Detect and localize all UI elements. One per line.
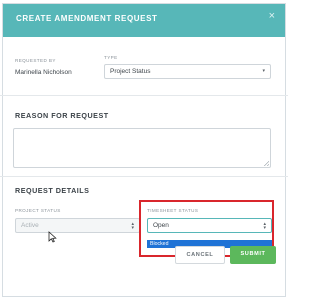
- chevron-updown-icon: ▴ ▾: [131, 221, 134, 231]
- details-section-title: REQUEST DETAILS: [15, 186, 90, 195]
- project-status-label: PROJECT STATUS: [15, 208, 61, 213]
- reason-textarea[interactable]: [13, 128, 271, 168]
- reason-section-title: REASON FOR REQUEST: [15, 111, 109, 120]
- timesheet-status-select[interactable]: Open ▴ ▾: [147, 218, 272, 233]
- timesheet-status-label: TIMESHEET STATUS: [147, 208, 199, 213]
- resize-grip-icon[interactable]: [264, 161, 269, 166]
- submit-button[interactable]: SUBMIT: [230, 246, 276, 264]
- type-select[interactable]: Project Status ▾: [104, 64, 271, 79]
- chevron-down-icon: ▾: [262, 68, 265, 74]
- timesheet-status-value: Open: [153, 222, 169, 229]
- type-label: TYPE: [104, 55, 118, 60]
- project-status-value: Active: [21, 222, 39, 229]
- section-divider: [0, 95, 288, 96]
- type-select-value: Project Status: [110, 68, 151, 75]
- dialog-title: CREATE AMENDMENT REQUEST: [16, 14, 158, 23]
- close-icon[interactable]: ×: [269, 11, 275, 22]
- requested-by-label: REQUESTED BY: [15, 58, 56, 63]
- dialog-header: CREATE AMENDMENT REQUEST ×: [3, 4, 285, 37]
- project-status-select: Active ▴ ▾: [15, 218, 140, 233]
- mouse-pointer-icon: [48, 231, 57, 243]
- requested-by-value: Marinella Nicholson: [15, 69, 72, 76]
- chevron-updown-icon: ▴ ▾: [263, 221, 266, 231]
- cancel-button[interactable]: CANCEL: [175, 246, 225, 264]
- section-divider: [0, 176, 288, 177]
